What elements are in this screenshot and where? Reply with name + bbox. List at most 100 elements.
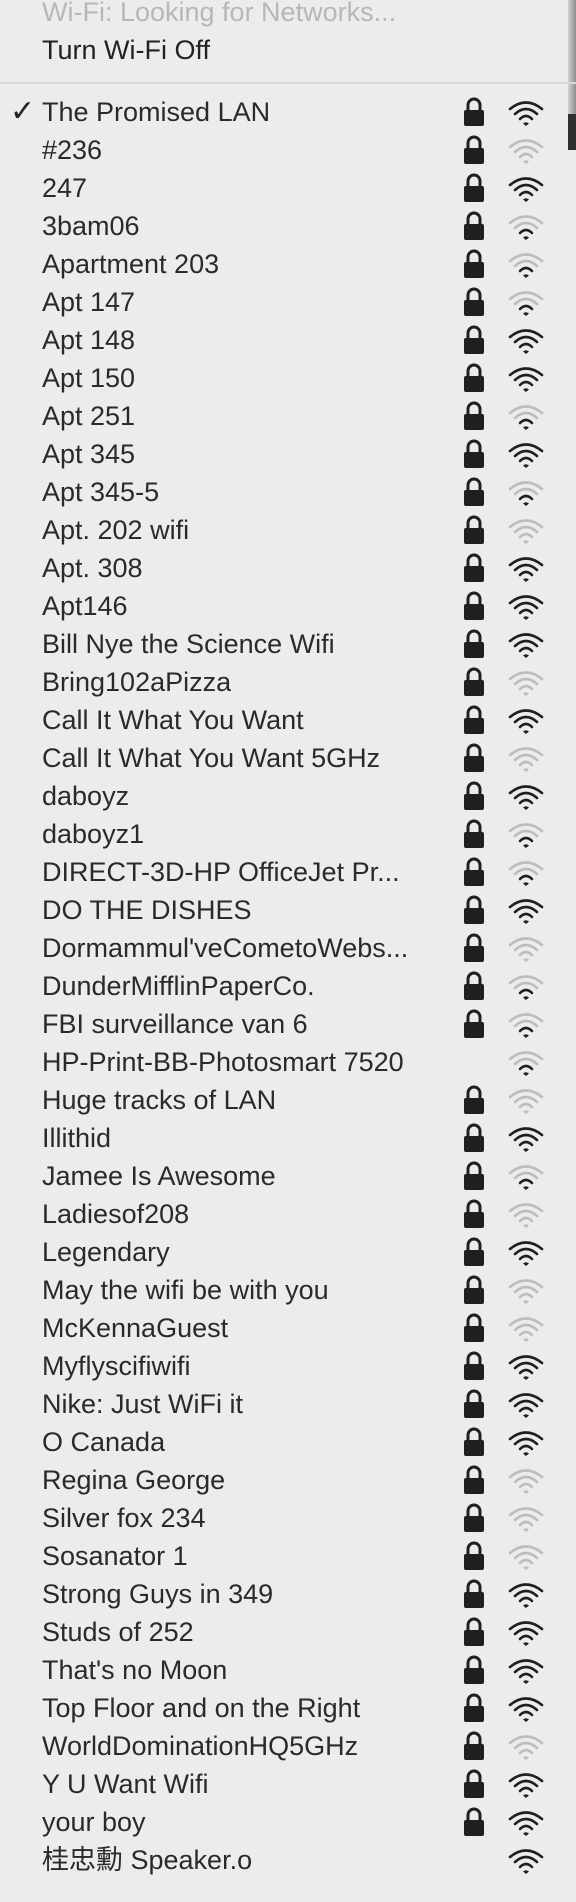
network-item[interactable]: Huge tracks of LAN [0,1081,576,1119]
network-item[interactable]: DIRECT-3D-HP OfficeJet Pr... [0,853,576,891]
turn-wifi-off-item[interactable]: Turn Wi-Fi Off [42,32,210,68]
network-item[interactable]: Illithid [0,1119,576,1157]
network-name: WorldDominationHQ5GHz [42,1731,359,1761]
network-item[interactable]: Y U Want Wifi [0,1765,576,1803]
network-item[interactable]: Bring102aPizza [0,663,576,701]
wifi-signal-icon [507,1467,545,1495]
lock-icon [462,1389,486,1419]
lock-icon [462,667,486,697]
lock-icon [464,1807,484,1836]
network-item[interactable]: Legendary [0,1233,576,1271]
network-item[interactable]: ✓ The Promised LAN [0,93,576,131]
network-item[interactable]: O Canada [0,1423,576,1461]
lock-icon [464,1389,484,1418]
network-item[interactable]: Apt 345 [0,435,576,473]
lock-icon [464,895,484,924]
network-name: Myflyscifiwifi [42,1351,191,1381]
network-item[interactable]: Nike: Just WiFi it [0,1385,576,1423]
network-name: DO THE DISHES [42,895,252,925]
network-item[interactable]: FBI surveillance van 6 [0,1005,576,1043]
network-item[interactable]: Call It What You Want 5GHz [0,739,576,777]
network-item[interactable]: 247 [0,169,576,207]
network-name: Regina George [42,1465,226,1495]
network-item[interactable]: Jamee Is Awesome [0,1157,576,1195]
wifi-signal-icon [508,1697,544,1722]
wifi-signal-icon [508,1659,544,1684]
wifi-signal-icon [507,1087,545,1115]
network-item[interactable]: McKennaGuest [0,1309,576,1347]
lock-icon [464,1541,484,1570]
lock-icon [464,1769,484,1798]
network-item[interactable]: Apartment 203 [0,245,576,283]
network-item[interactable]: That's no Moon [0,1651,576,1689]
lock-icon [462,477,486,507]
network-item[interactable]: daboyz [0,777,576,815]
network-name: Apt. 202 wifi [42,515,190,545]
network-item[interactable]: Apt 251 [0,397,576,435]
lock-icon [462,1085,486,1115]
wifi-signal-icon [508,823,544,848]
network-name: 桂忠勳 Speaker.o [42,1845,253,1875]
network-item[interactable]: WorldDominationHQ5GHz [0,1727,576,1765]
lock-icon [462,173,486,203]
lock-icon [464,819,484,848]
lock-icon [464,667,484,696]
lock-icon [464,971,484,1000]
network-name: DunderMifflinPaperCo. [42,971,315,1001]
network-item[interactable]: DunderMifflinPaperCo. [0,967,576,1005]
network-item[interactable]: Silver fox 234 [0,1499,576,1537]
network-name: Huge tracks of LAN [42,1085,277,1115]
network-item[interactable]: daboyz1 [0,815,576,853]
wifi-signal-icon [508,1773,544,1798]
network-item[interactable]: 3bam06 [0,207,576,245]
network-item[interactable]: May the wifi be with you [0,1271,576,1309]
network-item[interactable]: 桂忠勳 Speaker.o [0,1841,576,1879]
wifi-signal-icon [507,479,545,507]
wifi-signal-icon [508,215,544,240]
lock-icon [462,1769,486,1799]
network-item[interactable]: Regina George [0,1461,576,1499]
lock-icon [464,1503,484,1532]
wifi-signal-icon [508,1165,544,1190]
lock-icon [462,287,486,317]
network-item[interactable]: Apt146 [0,587,576,625]
network-item[interactable]: Strong Guys in 349 [0,1575,576,1613]
wifi-signal-icon [508,1431,544,1456]
network-name: Silver fox 234 [42,1503,206,1533]
network-item[interactable]: Call It What You Want [0,701,576,739]
network-item[interactable]: Myflyscifiwifi [0,1347,576,1385]
lock-icon [464,553,484,582]
network-item[interactable]: Sosanator 1 [0,1537,576,1575]
wifi-signal-icon [508,557,544,582]
network-name: Apt 251 [42,401,136,431]
lock-icon [464,515,484,544]
network-name: Bring102aPizza [42,667,232,697]
network-name: Call It What You Want [42,705,304,735]
network-item[interactable]: Apt. 308 [0,549,576,587]
network-item[interactable]: Ladiesof208 [0,1195,576,1233]
network-item[interactable]: Apt 148 [0,321,576,359]
network-item[interactable]: Apt 345-5 [0,473,576,511]
lock-icon [464,325,484,354]
network-item[interactable]: Apt 147 [0,283,576,321]
wifi-signal-icon [507,555,545,583]
lock-icon [462,135,486,165]
wifi-signal-icon [508,253,544,278]
wifi-signal-icon [507,1011,545,1039]
wifi-signal-icon [507,859,545,887]
network-item[interactable]: your boy [0,1803,576,1841]
network-item[interactable]: DO THE DISHES [0,891,576,929]
network-item[interactable]: Apt 150 [0,359,576,397]
network-item[interactable]: Dormammul'veCometoWebs... [0,929,576,967]
network-item[interactable]: Bill Nye the Science Wifi [0,625,576,663]
network-item[interactable]: HP-Print-BB-Photosmart 7520 [0,1043,576,1081]
wifi-signal-icon [507,137,545,165]
network-name: Apt 345 [42,439,136,469]
lock-icon [464,97,484,126]
network-item[interactable]: Top Floor and on the Right [0,1689,576,1727]
wifi-signal-icon [508,1279,544,1304]
network-item[interactable]: Studs of 252 [0,1613,576,1651]
network-item[interactable]: #236 [0,131,576,169]
network-item[interactable]: Apt. 202 wifi [0,511,576,549]
wifi-signal-icon [507,175,545,203]
